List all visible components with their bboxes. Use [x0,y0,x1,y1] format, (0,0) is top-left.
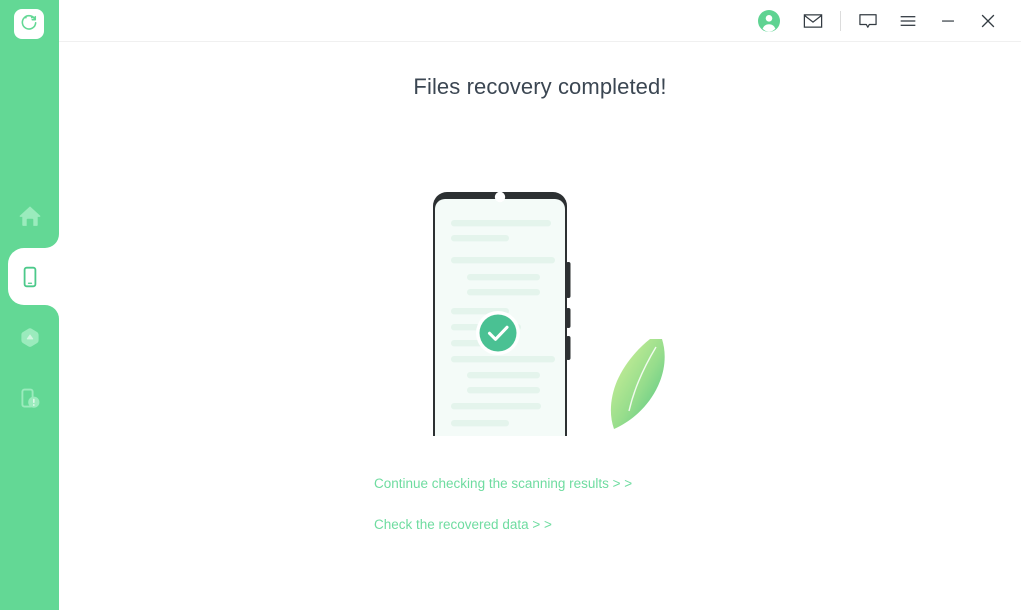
feedback-button[interactable] [851,4,885,38]
close-button[interactable] [971,4,1005,38]
sidebar [0,0,67,610]
phone-success-illustration [400,184,680,436]
home-icon [17,203,43,229]
titlebar-divider [840,10,841,31]
pill-notch-bottom [45,305,59,319]
sidebar-item-phone-recovery[interactable] [0,234,67,319]
application-window: Files recovery completed! Continue check… [0,0,1021,610]
app-logo[interactable] [14,9,44,39]
user-circle-icon [757,9,781,33]
pill-notch-top [45,234,59,248]
recovery-refresh-icon [19,12,39,37]
sidebar-item-system-repair[interactable] [0,368,59,429]
close-icon [977,10,999,32]
continue-scanning-link[interactable]: Continue checking the scanning results >… [374,477,774,491]
hamburger-menu-icon [897,10,919,32]
check-recovered-data-link[interactable]: Check the recovered data > > [374,517,774,532]
phone-device [433,191,571,436]
minimize-icon [937,10,959,32]
envelope-icon [802,10,824,32]
check-circle-icon [476,311,520,355]
cloud-upload-icon [17,325,43,351]
account-avatar[interactable] [752,4,786,38]
mail-button[interactable] [796,4,830,38]
page-title: Files recovery completed! [413,74,667,99]
minimize-button[interactable] [931,4,965,38]
menu-button[interactable] [891,4,925,38]
smartphone-icon [18,265,42,289]
sidebar-nav [0,185,67,429]
action-links: Continue checking the scanning results >… [374,477,774,531]
content-panel: Files recovery completed! Continue check… [59,42,1021,610]
main-area: Files recovery completed! Continue check… [59,0,1021,610]
title-bar [59,0,1021,42]
device-repair-icon [17,386,43,412]
speech-bubble-icon [857,10,879,32]
